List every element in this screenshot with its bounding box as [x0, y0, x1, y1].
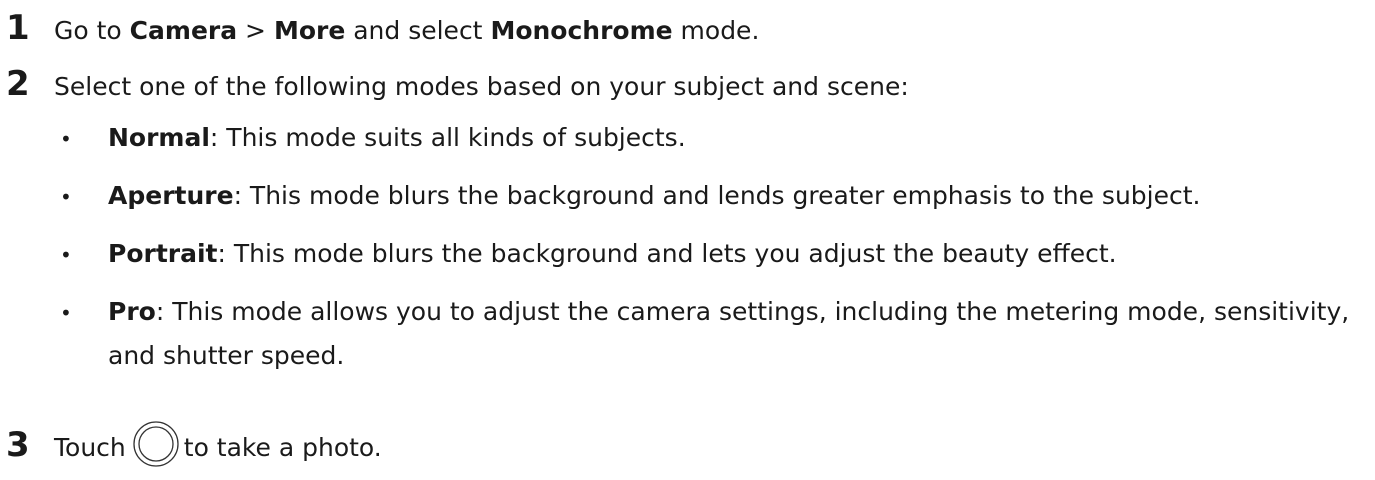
ui-term-more: More — [273, 16, 346, 45]
mode-text: : This mode suits all kinds of subjects. — [209, 123, 686, 152]
text-fragment: > — [237, 16, 274, 45]
text-fragment: to take a photo. — [183, 433, 382, 462]
mode-text: : This mode allows you to adjust the cam… — [108, 297, 1350, 370]
bullet: • — [60, 127, 72, 151]
mode-item-pro: • Pro: This mode allows you to adjust th… — [58, 290, 1368, 378]
step-number: 2 — [6, 64, 30, 104]
bullet: • — [60, 301, 72, 325]
mode-name: Pro — [108, 297, 156, 326]
step-1: 1 Go to Camera > More and select Monochr… — [0, 8, 759, 51]
step-number: 1 — [6, 8, 30, 48]
text-fragment: mode. — [672, 16, 760, 45]
mode-name: Aperture — [108, 181, 234, 210]
step-2: 2 Select one of the following modes base… — [0, 64, 909, 107]
mode-description: Normal: This mode suits all kinds of sub… — [108, 116, 1368, 160]
step-3: 3 Touch to take a photo. — [0, 420, 382, 480]
text-fragment: Go to — [54, 16, 130, 45]
text-fragment: and select — [345, 16, 491, 45]
mode-item-normal: • Normal: This mode suits all kinds of s… — [58, 116, 1368, 161]
mode-name: Normal — [108, 123, 210, 152]
mode-description: Pro: This mode allows you to adjust the … — [108, 290, 1368, 378]
mode-item-aperture: • Aperture: This mode blurs the backgrou… — [58, 174, 1368, 219]
mode-description: Aperture: This mode blurs the background… — [108, 174, 1368, 218]
step-text: Go to Camera > More and select Monochrom… — [54, 11, 759, 51]
bullet: • — [60, 185, 72, 209]
mode-text: : This mode blurs the background and let… — [217, 239, 1117, 268]
mode-description: Portrait: This mode blurs the background… — [108, 232, 1368, 276]
mode-item-portrait: • Portrait: This mode blurs the backgrou… — [58, 232, 1368, 277]
step-text: Select one of the following modes based … — [54, 72, 909, 101]
ui-term-camera: Camera — [129, 16, 238, 45]
mode-text: : This mode blurs the background and len… — [233, 181, 1201, 210]
ui-term-monochrome: Monochrome — [490, 16, 673, 45]
text-fragment: Touch — [54, 433, 126, 462]
mode-name: Portrait — [108, 239, 218, 268]
bullet: • — [60, 243, 72, 267]
shutter-button-icon — [132, 420, 180, 480]
step-number: 3 — [6, 425, 30, 465]
step-text: Touch to take a photo. — [54, 420, 382, 480]
